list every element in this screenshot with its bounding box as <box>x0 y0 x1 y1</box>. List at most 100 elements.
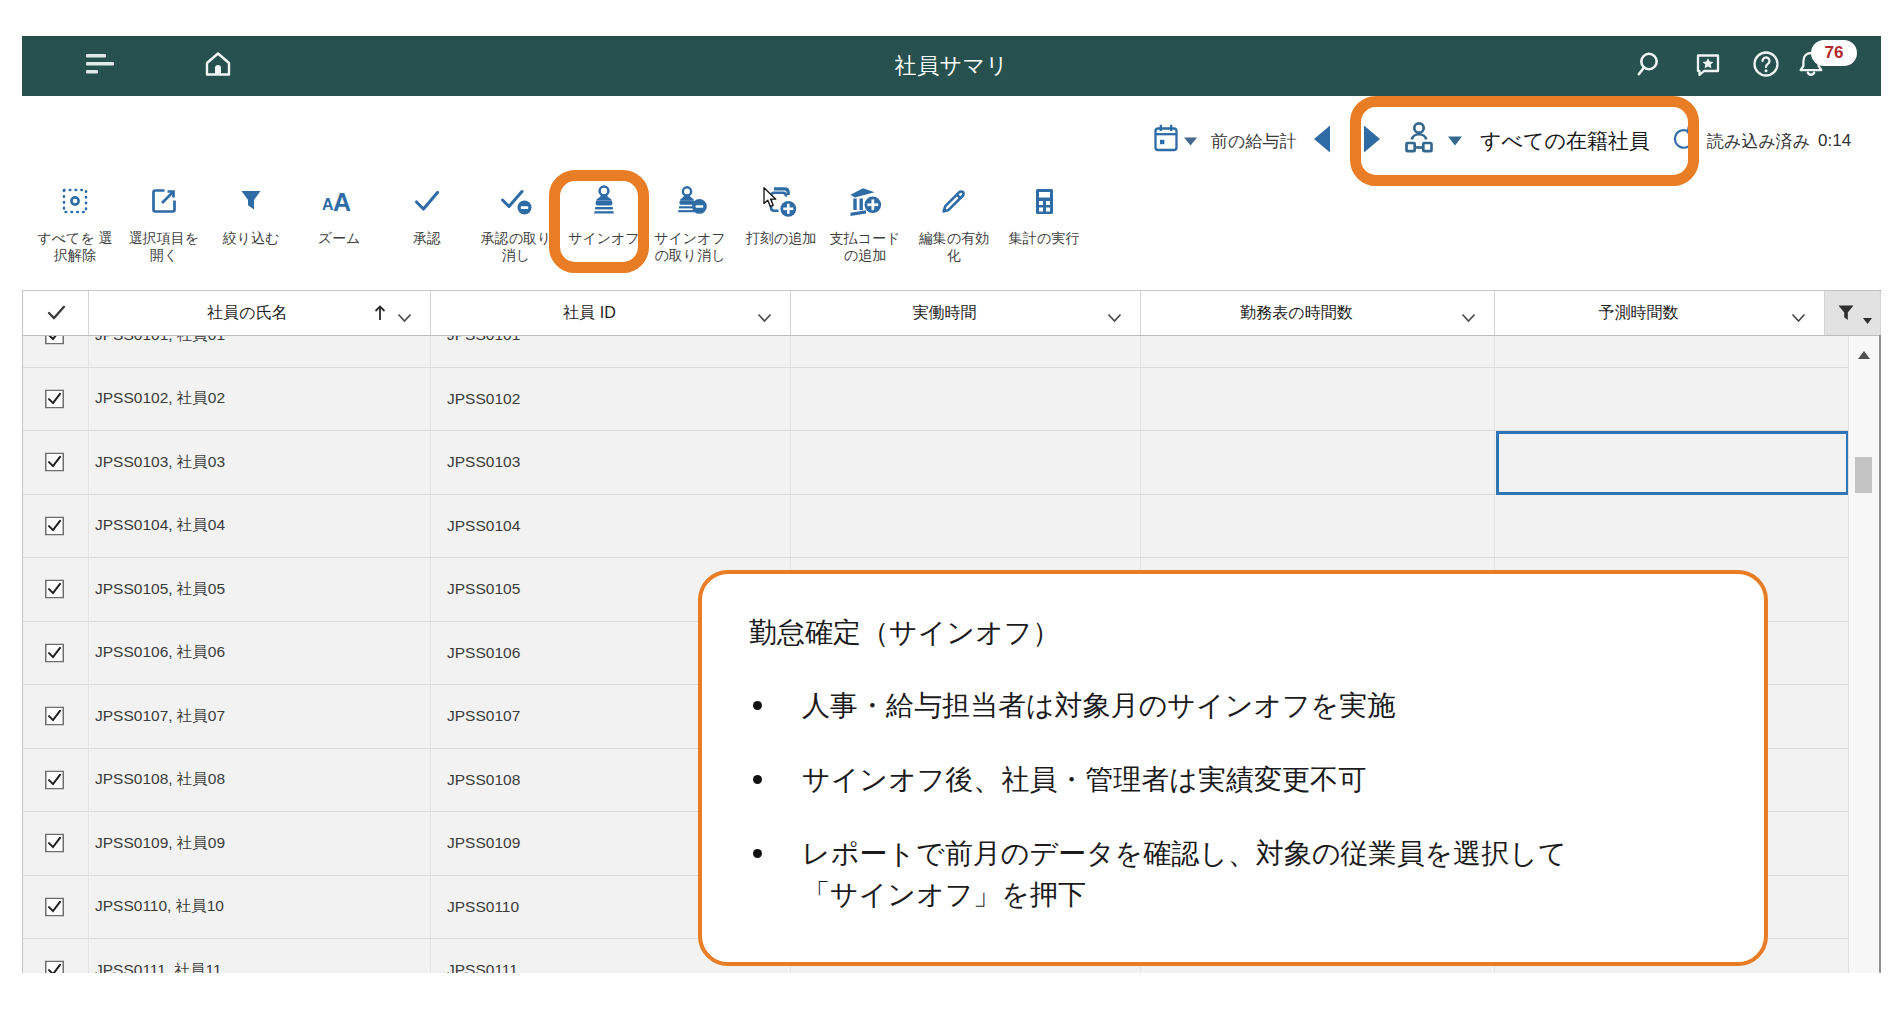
toolbar-button-label: 打刻の追加 <box>736 230 826 247</box>
employee-id-cell[interactable]: JPSS0101 <box>431 336 791 367</box>
row-checkbox[interactable] <box>45 389 64 408</box>
toolbar-button-approve[interactable]: 承認 <box>382 183 472 247</box>
table-row[interactable]: JPSS0104, 社員04JPSS0104 <box>23 495 1848 559</box>
employee-name-cell[interactable]: JPSS0109, 社員09 <box>89 812 431 875</box>
actual-hours-cell[interactable] <box>791 431 1141 494</box>
callout-title: 勤怠確定（サインオフ） <box>749 614 1724 652</box>
annotation-highlight-signoff <box>549 170 649 273</box>
check-minus-icon <box>471 183 561 221</box>
row-checkbox[interactable] <box>45 643 64 662</box>
toolbar-button-label: すべてを 選 択解除 <box>30 230 120 264</box>
pencil-icon <box>909 183 999 221</box>
employee-id-cell[interactable]: JPSS0103 <box>431 431 791 494</box>
toolbar-button-run-totals[interactable]: 集計の実行 <box>999 183 1089 247</box>
row-checkbox[interactable] <box>45 834 64 853</box>
toolbar-button-add-punch[interactable]: 打刻の追加 <box>736 183 826 247</box>
page: 社員サマリ 76 <box>0 0 1900 1025</box>
chevron-down-icon[interactable] <box>757 309 772 327</box>
toolbar-button-zoom[interactable]: AAズーム <box>294 183 384 247</box>
previous-period-arrow[interactable] <box>1314 126 1330 157</box>
calendar-dropdown-caret[interactable] <box>1184 132 1197 150</box>
notification-count-badge[interactable]: 76 <box>1811 40 1857 66</box>
employee-name-cell[interactable]: JPSS0106, 社員06 <box>89 622 431 685</box>
row-checkbox[interactable] <box>45 516 64 535</box>
header-filter-button[interactable] <box>1825 291 1881 335</box>
employee-name-cell[interactable]: JPSS0108, 社員08 <box>89 749 431 812</box>
toolbar-button-filter[interactable]: 絞り込む <box>206 183 296 247</box>
employee-name-cell[interactable]: JPSS0111, 社員11 <box>89 939 431 973</box>
employee-name-cell[interactable]: JPSS0103, 社員03 <box>89 431 431 494</box>
employee-name-cell[interactable]: JPSS0101, 社員01 <box>89 336 431 367</box>
row-checkbox[interactable] <box>45 336 64 345</box>
column-header-label: 予測時間数 <box>1495 291 1782 335</box>
toolbar-button-label: サインオフ の取り消し <box>645 230 735 264</box>
actual-hours-cell[interactable] <box>791 368 1141 431</box>
bank-add-icon <box>820 183 910 221</box>
toolbar-button-label: ズーム <box>294 230 384 247</box>
feedback-icon[interactable] <box>1692 48 1724 84</box>
vertical-scrollbar[interactable] <box>1848 336 1879 973</box>
projected-hours-cell[interactable] <box>1495 336 1848 367</box>
chevron-down-icon[interactable] <box>1107 309 1122 327</box>
employee-name-cell[interactable]: JPSS0104, 社員04 <box>89 495 431 558</box>
period-selector-label[interactable]: 前の給与計 <box>1211 130 1296 153</box>
projected-hours-cell[interactable] <box>1495 368 1848 431</box>
row-checkbox[interactable] <box>45 707 64 726</box>
employee-name-cell[interactable]: JPSS0110, 社員10 <box>89 876 431 939</box>
timesheet-hours-cell[interactable] <box>1141 431 1495 494</box>
toolbar-button-open-selected[interactable]: 選択項目を 開く <box>119 183 209 264</box>
column-header-3[interactable]: 実働時間 <box>791 291 1141 335</box>
callout-bullet-list: 人事・給与担当者は対象月のサインオフを実施サインオフ後、社員・管理者は実績変更不… <box>749 685 1724 915</box>
table-row[interactable]: JPSS0101, 社員01JPSS0101 <box>23 336 1848 368</box>
actual-hours-cell[interactable] <box>791 495 1141 558</box>
calendar-icon[interactable] <box>1150 121 1182 161</box>
row-checkbox[interactable] <box>45 897 64 916</box>
timesheet-hours-cell[interactable] <box>1141 368 1495 431</box>
filter-dropdown-caret-icon <box>1863 310 1872 328</box>
row-checkbox-cell <box>23 495 89 558</box>
row-checkbox-cell <box>23 558 89 621</box>
scrollbar-up-arrow-icon[interactable] <box>1858 345 1870 363</box>
timesheet-hours-cell[interactable] <box>1141 495 1495 558</box>
table-row[interactable]: JPSS0103, 社員03JPSS0103 <box>23 431 1848 495</box>
toolbar-button-enable-edit[interactable]: 編集の有効 化 <box>909 183 999 264</box>
employee-name-cell[interactable]: JPSS0107, 社員07 <box>89 685 431 748</box>
annotation-highlight-view-selector <box>1350 96 1699 186</box>
toolbar-button-cancel-approve[interactable]: 承認の取り 消し <box>471 183 561 264</box>
toolbar-button-add-paycode[interactable]: 支払コード の追加 <box>820 183 910 264</box>
row-checkbox-cell <box>23 939 89 973</box>
column-header-1[interactable]: 社員の氏名 <box>89 291 431 335</box>
annotation-callout: 勤怠確定（サインオフ） 人事・給与担当者は対象月のサインオフを実施サインオフ後、… <box>698 570 1768 966</box>
chevron-down-icon[interactable] <box>1791 309 1806 327</box>
chevron-down-icon[interactable] <box>397 309 412 327</box>
column-header-4[interactable]: 勤務表の時間数 <box>1141 291 1495 335</box>
employee-id-cell[interactable]: JPSS0104 <box>431 495 791 558</box>
header-select-all[interactable] <box>23 291 89 335</box>
row-checkbox[interactable] <box>45 770 64 789</box>
open-icon <box>119 183 209 221</box>
employee-name-cell[interactable]: JPSS0102, 社員02 <box>89 368 431 431</box>
toolbar-button-cancel-signoff[interactable]: サインオフ の取り消し <box>645 183 735 264</box>
search-icon[interactable] <box>1634 48 1666 84</box>
toolbar-button-deselect-all[interactable]: すべてを 選 択解除 <box>30 183 120 264</box>
toolbar-button-label: 承認 <box>382 230 472 247</box>
row-checkbox[interactable] <box>45 580 64 599</box>
timesheet-hours-cell[interactable] <box>1141 336 1495 367</box>
scrollbar-thumb[interactable] <box>1855 457 1872 493</box>
help-icon[interactable] <box>1750 48 1782 84</box>
callout-bullet: レポートで前月のデータを確認し、対象の従業員を選択して 「サインオフ」を押下 <box>749 833 1724 915</box>
toolbar: すべてを 選 択解除選択項目を 開く絞り込むAAズーム承認承認の取り 消しサイン… <box>22 183 1881 288</box>
employee-name-cell[interactable]: JPSS0105, 社員05 <box>89 558 431 621</box>
projected-hours-cell[interactable] <box>1495 431 1848 494</box>
row-checkbox[interactable] <box>45 453 64 472</box>
column-header-2[interactable]: 社員 ID <box>431 291 791 335</box>
actual-hours-cell[interactable] <box>791 336 1141 367</box>
table-row[interactable]: JPSS0102, 社員02JPSS0102 <box>23 368 1848 432</box>
callout-bullet: 人事・給与担当者は対象月のサインオフを実施 <box>749 685 1724 726</box>
row-checkbox[interactable] <box>45 961 64 973</box>
column-header-5[interactable]: 予測時間数 <box>1495 291 1825 335</box>
chevron-down-icon[interactable] <box>1461 309 1476 327</box>
projected-hours-cell[interactable] <box>1495 495 1848 558</box>
employee-id-cell[interactable]: JPSS0102 <box>431 368 791 431</box>
row-checkbox-cell <box>23 368 89 431</box>
